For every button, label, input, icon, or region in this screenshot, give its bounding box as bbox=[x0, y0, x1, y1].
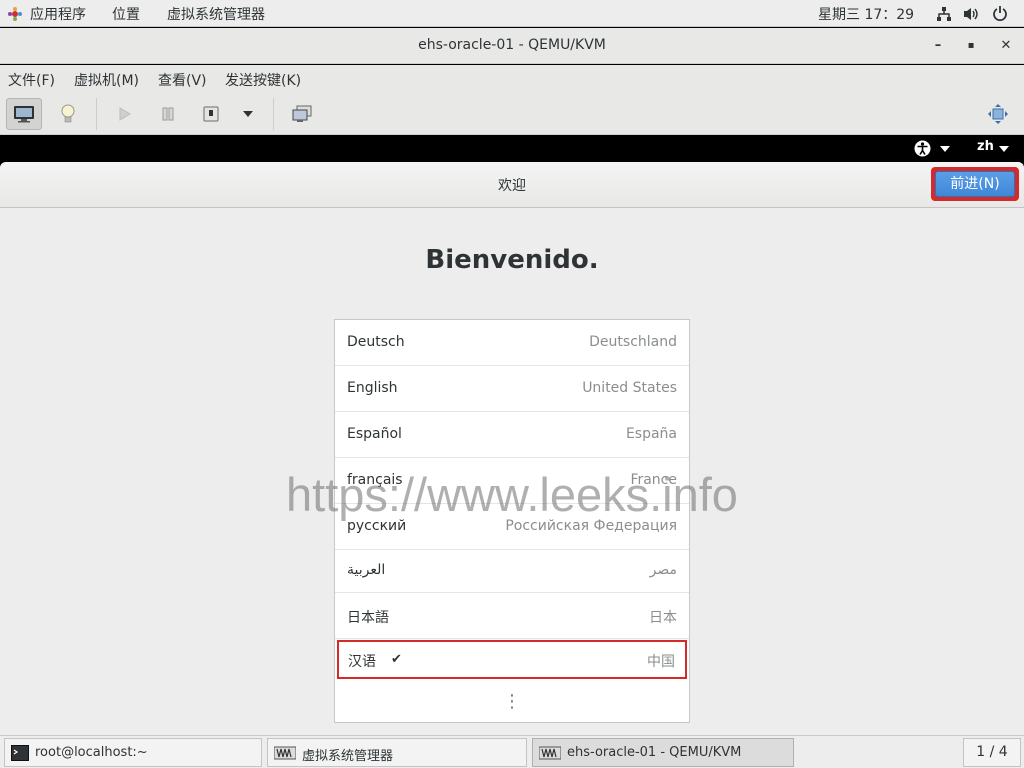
network-icon[interactable] bbox=[936, 6, 952, 22]
checkmark-icon: ✔ bbox=[391, 652, 402, 667]
language-row[interactable]: العربية مصر bbox=[335, 550, 689, 593]
language-country: مصر bbox=[649, 562, 677, 578]
language-name: français bbox=[347, 472, 403, 488]
language-country: 日本 bbox=[649, 610, 677, 626]
setup-header: 欢迎 前进(N) bbox=[0, 162, 1024, 208]
setup-title: 欢迎 bbox=[498, 178, 526, 194]
snapshots-button[interactable] bbox=[284, 98, 320, 130]
console-view-button[interactable] bbox=[6, 98, 42, 130]
pause-button[interactable] bbox=[150, 98, 186, 130]
taskbar-item-label: 虚拟系统管理器 bbox=[302, 749, 394, 764]
taskbar-item-vm-console[interactable]: ehs-oracle-01 - QEMU/KVM bbox=[532, 738, 794, 767]
language-name: English bbox=[347, 380, 398, 396]
keyboard-layout-indicator[interactable]: zh bbox=[977, 139, 994, 154]
volume-icon[interactable] bbox=[963, 6, 980, 22]
next-button[interactable]: 前进(N) bbox=[931, 167, 1019, 201]
language-row[interactable]: English United States bbox=[335, 366, 689, 412]
virt-manager-icon bbox=[539, 746, 561, 760]
minimize-button[interactable]: – bbox=[928, 36, 948, 56]
applications-menu[interactable]: 应用程序 bbox=[30, 4, 86, 24]
language-country: France bbox=[630, 472, 677, 488]
guest-top-bar: zh bbox=[0, 135, 1024, 162]
welcome-heading: Bienvenido. bbox=[425, 245, 599, 275]
terminal-icon bbox=[11, 745, 29, 761]
language-row-selected[interactable]: 汉语 ✔ 中国 bbox=[337, 640, 687, 679]
window-title: ehs-oracle-01 - QEMU/KVM bbox=[418, 37, 606, 53]
toolbar-separator bbox=[273, 98, 274, 130]
snapshot-icon bbox=[292, 105, 312, 122]
more-languages-icon[interactable]: ⋮ bbox=[335, 693, 689, 711]
shutdown-icon bbox=[203, 106, 219, 122]
language-row[interactable]: русский Российская Федерация bbox=[335, 504, 689, 550]
language-country: Deutschland bbox=[589, 334, 677, 350]
run-button[interactable] bbox=[106, 98, 142, 130]
next-button-label: 前进(N) bbox=[935, 171, 1015, 197]
language-name: 日本語 bbox=[347, 610, 389, 626]
language-name: Deutsch bbox=[347, 334, 405, 350]
language-country: United States bbox=[582, 380, 677, 396]
pause-icon bbox=[162, 107, 174, 121]
chevron-down-icon bbox=[940, 146, 950, 152]
resize-to-vm-button[interactable] bbox=[980, 98, 1016, 130]
details-view-button[interactable] bbox=[50, 98, 86, 130]
language-country: 中国 bbox=[647, 654, 675, 670]
initial-setup-window: 欢迎 前进(N) Bienvenido. Deutsch Deutschland… bbox=[0, 162, 1024, 735]
language-name: Español bbox=[347, 426, 402, 442]
toolbar-separator bbox=[96, 98, 97, 130]
gnome-top-bar: 应用程序 位置 虚拟系统管理器 星期三 17：29 bbox=[0, 0, 1024, 27]
maximize-button[interactable]: ▪ bbox=[961, 36, 981, 56]
menu-sendkey[interactable]: 发送按键(K) bbox=[225, 70, 301, 90]
play-icon bbox=[119, 107, 131, 121]
chevron-down-icon bbox=[243, 111, 253, 117]
shutdown-menu-button[interactable] bbox=[230, 98, 266, 130]
menu-file[interactable]: 文件(F) bbox=[8, 70, 55, 90]
chevron-down-icon bbox=[999, 146, 1009, 152]
language-name: русский bbox=[347, 518, 407, 534]
window-list-bar: root@localhost:~ 虚拟系统管理器 ehs-oracle-01 -… bbox=[0, 735, 1024, 768]
guest-display[interactable]: zh 欢迎 前进(N) Bienvenido. Deutsch Deutschl… bbox=[0, 135, 1024, 735]
fit-window-icon bbox=[988, 104, 1008, 124]
places-menu[interactable]: 位置 bbox=[112, 4, 140, 24]
taskbar-item-label: root@localhost:~ bbox=[35, 745, 148, 760]
language-name: 汉语 bbox=[348, 654, 376, 670]
toolbar bbox=[0, 93, 1024, 135]
language-country: España bbox=[625, 426, 677, 442]
language-country: Российская Федерация bbox=[505, 518, 677, 534]
monitor-icon bbox=[14, 106, 34, 123]
language-row[interactable]: français France bbox=[335, 458, 689, 504]
power-icon[interactable] bbox=[992, 5, 1008, 22]
language-list: Deutsch Deutschland English United State… bbox=[334, 319, 690, 723]
window-titlebar[interactable]: ehs-oracle-01 - QEMU/KVM – ▪ ✕ bbox=[0, 28, 1024, 64]
language-row[interactable]: 日本語 日本 bbox=[335, 593, 689, 639]
workspace-indicator[interactable]: 1 / 4 bbox=[963, 738, 1021, 767]
applications-menu-icon[interactable] bbox=[8, 7, 22, 21]
taskbar-item-label: ehs-oracle-01 - QEMU/KVM bbox=[567, 745, 742, 760]
lightbulb-icon bbox=[61, 104, 75, 123]
taskbar-item-terminal[interactable]: root@localhost:~ bbox=[4, 738, 262, 767]
virt-manager-icon bbox=[274, 746, 296, 760]
menu-vm[interactable]: 虚拟机(M) bbox=[74, 70, 139, 90]
menubar: 文件(F) 虚拟机(M) 查看(V) 发送按键(K) bbox=[0, 65, 1024, 93]
active-app-menu[interactable]: 虚拟系统管理器 bbox=[167, 4, 265, 24]
language-row[interactable]: Deutsch Deutschland bbox=[335, 320, 689, 366]
close-button[interactable]: ✕ bbox=[996, 36, 1016, 56]
taskbar-item-virt-manager[interactable]: 虚拟系统管理器 bbox=[267, 738, 527, 767]
shutdown-button[interactable] bbox=[193, 98, 229, 130]
accessibility-icon[interactable] bbox=[914, 140, 931, 157]
clock[interactable]: 星期三 17：29 bbox=[818, 4, 914, 24]
menu-view[interactable]: 查看(V) bbox=[158, 70, 207, 90]
language-row[interactable]: Español España bbox=[335, 412, 689, 458]
language-name: العربية bbox=[347, 562, 386, 578]
